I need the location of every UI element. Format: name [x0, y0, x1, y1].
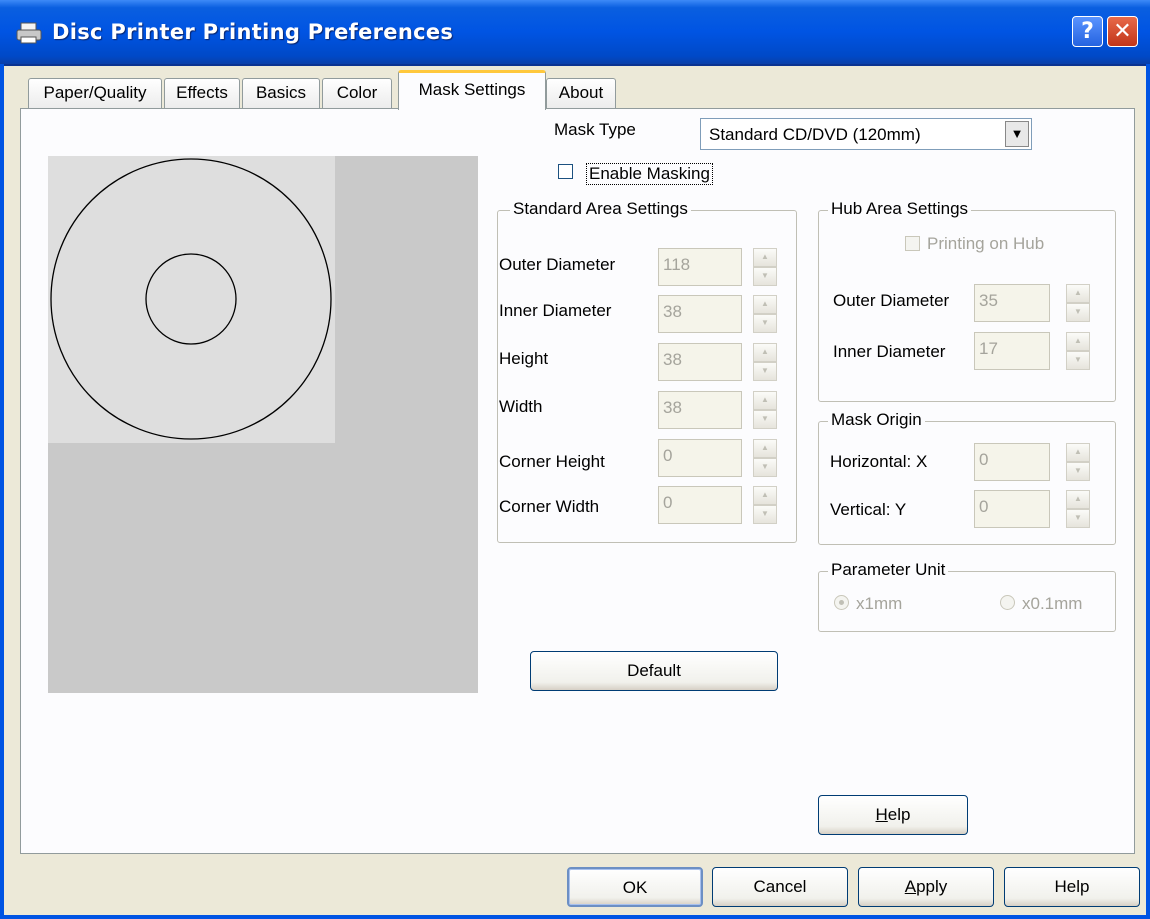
spin-up-icon[interactable]: ▲	[753, 343, 777, 362]
origin-vertical-label: Vertical: Y	[830, 500, 907, 519]
dropdown-arrow-icon[interactable]: ▼	[1005, 121, 1029, 147]
mask-type-select[interactable]: Standard CD/DVD (120mm) ▼	[700, 118, 1032, 150]
spin-down-icon[interactable]: ▼	[1066, 462, 1090, 481]
spin-up-icon[interactable]: ▲	[1066, 443, 1090, 462]
std-outer-diameter-label: Outer Diameter	[499, 255, 616, 274]
spin-up-icon[interactable]: ▲	[753, 391, 777, 410]
unit-x1mm-radio[interactable]	[834, 595, 849, 610]
window-border-right	[1146, 64, 1150, 919]
origin-vertical-input[interactable]: 0	[974, 490, 1050, 528]
origin-horizontal-spinner[interactable]: ▲ ▼	[1066, 443, 1090, 481]
hub-inner-diameter-label: Inner Diameter	[833, 342, 946, 361]
parameter-unit-title: Parameter Unit	[828, 560, 949, 580]
std-corner-height-spinner[interactable]: ▲ ▼	[753, 439, 777, 477]
spin-up-icon[interactable]: ▲	[1066, 284, 1090, 303]
std-inner-diameter-label: Inner Diameter	[499, 301, 612, 320]
spin-up-icon[interactable]: ▲	[753, 248, 777, 267]
printing-on-hub-checkbox[interactable]	[905, 236, 920, 251]
spin-down-icon[interactable]: ▼	[753, 267, 777, 286]
spin-down-icon[interactable]: ▼	[753, 410, 777, 429]
default-button[interactable]: Default	[530, 651, 778, 691]
std-width-input[interactable]: 38	[658, 391, 742, 429]
std-corner-width-input[interactable]: 0	[658, 486, 742, 524]
spin-up-icon[interactable]: ▲	[1066, 332, 1090, 351]
enable-masking-label[interactable]: Enable Masking	[586, 163, 713, 185]
spin-down-icon[interactable]: ▼	[753, 458, 777, 477]
hub-inner-diameter-input[interactable]: 17	[974, 332, 1050, 370]
std-inner-diameter-input[interactable]: 38	[658, 295, 742, 333]
std-height-input[interactable]: 38	[658, 343, 742, 381]
standard-area-title: Standard Area Settings	[510, 199, 691, 219]
tab-mask-settings[interactable]: Mask Settings	[398, 70, 546, 110]
disc-inner-circle	[145, 253, 237, 345]
std-width-label: Width	[499, 397, 543, 416]
unit-x01mm-radio[interactable]	[1000, 595, 1015, 610]
std-inner-diameter-spinner[interactable]: ▲ ▼	[753, 295, 777, 333]
help-button[interactable]: Help	[1004, 867, 1140, 907]
origin-horizontal-input[interactable]: 0	[974, 443, 1050, 481]
std-corner-width-spinner[interactable]: ▲ ▼	[753, 486, 777, 524]
ok-button[interactable]: OK	[567, 867, 703, 907]
mask-type-value: Standard CD/DVD (120mm)	[709, 125, 921, 144]
apply-accelerator: A	[904, 877, 917, 896]
mask-type-label: Mask Type	[554, 120, 636, 139]
disc-preview	[50, 158, 332, 440]
printing-on-hub-label: Printing on Hub	[927, 234, 1045, 253]
spin-up-icon[interactable]: ▲	[753, 295, 777, 314]
std-outer-diameter-spinner[interactable]: ▲ ▼	[753, 248, 777, 286]
std-corner-height-label: Corner Height	[499, 452, 605, 471]
disc-outer-circle	[50, 158, 332, 440]
spin-up-icon[interactable]: ▲	[1066, 490, 1090, 509]
help-label-rest: elp	[887, 805, 911, 824]
spin-down-icon[interactable]: ▼	[1066, 351, 1090, 370]
spin-down-icon[interactable]: ▼	[1066, 509, 1090, 528]
cancel-button[interactable]: Cancel	[712, 867, 848, 907]
unit-x01mm-label: x0.1mm	[1022, 594, 1083, 613]
spin-down-icon[interactable]: ▼	[753, 362, 777, 381]
hub-outer-diameter-label: Outer Diameter	[833, 291, 950, 310]
std-corner-width-label: Corner Width	[499, 497, 600, 516]
spin-up-icon[interactable]: ▲	[753, 486, 777, 505]
help-accelerator: H	[875, 805, 888, 824]
apply-button[interactable]: Apply	[858, 867, 994, 907]
tab-effects[interactable]: Effects	[164, 78, 240, 108]
tab-color[interactable]: Color	[322, 78, 392, 108]
enable-masking-checkbox[interactable]	[558, 164, 573, 179]
std-corner-height-input[interactable]: 0	[658, 439, 742, 477]
window-title: Disc Printer Printing Preferences	[52, 20, 454, 44]
origin-horizontal-label: Horizontal: X	[830, 452, 928, 471]
origin-vertical-spinner[interactable]: ▲ ▼	[1066, 490, 1090, 528]
spin-down-icon[interactable]: ▼	[1066, 303, 1090, 322]
hub-outer-diameter-input[interactable]: 35	[974, 284, 1050, 322]
mask-origin-title: Mask Origin	[828, 410, 925, 430]
hub-inner-diameter-spinner[interactable]: ▲ ▼	[1066, 332, 1090, 370]
apply-label-rest: pply	[916, 877, 948, 896]
std-height-spinner[interactable]: ▲ ▼	[753, 343, 777, 381]
printer-icon	[16, 22, 42, 44]
hub-area-title: Hub Area Settings	[828, 199, 972, 219]
spin-down-icon[interactable]: ▼	[753, 505, 777, 524]
hub-outer-diameter-spinner[interactable]: ▲ ▼	[1066, 284, 1090, 322]
close-button[interactable]: ✕	[1107, 16, 1138, 47]
unit-x1mm-label: x1mm	[856, 594, 903, 613]
tab-paper-quality[interactable]: Paper/Quality	[28, 78, 162, 108]
std-height-label: Height	[499, 349, 549, 368]
spin-down-icon[interactable]: ▼	[753, 314, 777, 333]
window-border-left	[0, 64, 4, 919]
tab-basics[interactable]: Basics	[242, 78, 320, 108]
std-outer-diameter-input[interactable]: 118	[658, 248, 742, 286]
panel-help-button[interactable]: Help	[818, 795, 968, 835]
window-border-bottom	[0, 915, 1150, 919]
help-title-button[interactable]: ?	[1072, 16, 1103, 47]
tab-about[interactable]: About	[546, 78, 616, 108]
spin-up-icon[interactable]: ▲	[753, 439, 777, 458]
std-width-spinner[interactable]: ▲ ▼	[753, 391, 777, 429]
